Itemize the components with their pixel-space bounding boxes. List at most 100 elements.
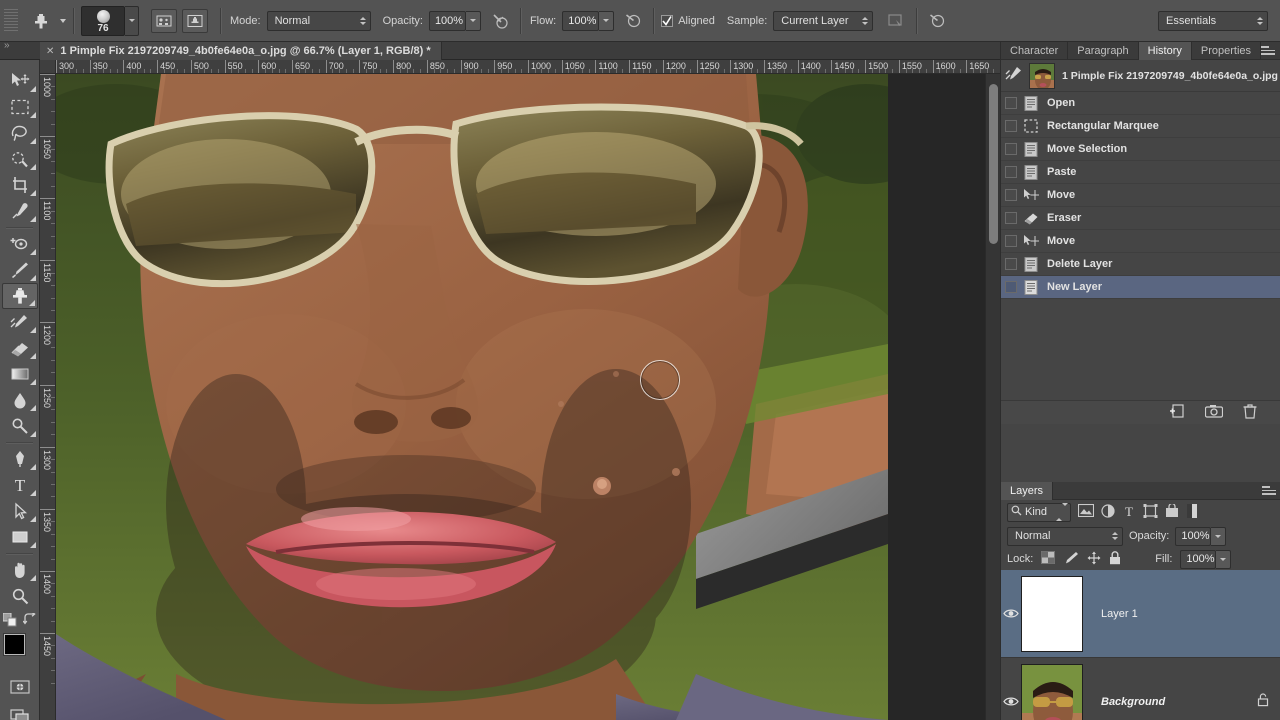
- crop-tool[interactable]: [2, 172, 38, 198]
- layer-visibility-icon[interactable]: [1001, 608, 1021, 619]
- brush-preview[interactable]: 76: [81, 6, 125, 36]
- history-state-checkbox[interactable]: [1005, 212, 1017, 224]
- tab-layers[interactable]: Layers: [1001, 482, 1053, 500]
- expand-toolbar-icon[interactable]: »: [4, 40, 10, 51]
- panel-menu-icon[interactable]: [1261, 46, 1275, 56]
- canvas-area[interactable]: [56, 74, 1000, 720]
- history-state-checkbox[interactable]: [1005, 166, 1017, 178]
- create-document-from-state-icon[interactable]: [1169, 404, 1185, 421]
- airbrush-pressure-icon[interactable]: [487, 8, 513, 34]
- sample-select[interactable]: Current Layer: [773, 11, 873, 31]
- history-row-delete-layer[interactable]: Delete Layer: [1001, 253, 1280, 276]
- type-tool[interactable]: T: [2, 472, 38, 498]
- filter-smart-object-icon[interactable]: [1165, 504, 1180, 521]
- filter-toggle-icon[interactable]: [1187, 504, 1197, 521]
- layer-name[interactable]: Background: [1101, 696, 1165, 708]
- swap-colors-icon[interactable]: [23, 613, 37, 630]
- tab-history[interactable]: History: [1139, 42, 1192, 60]
- filter-shape-icon[interactable]: [1143, 504, 1158, 521]
- brush-picker-chevron-icon[interactable]: [125, 6, 139, 36]
- hand-tool[interactable]: [2, 557, 38, 583]
- blend-mode-select[interactable]: Normal: [267, 11, 371, 31]
- delete-state-icon[interactable]: [1243, 404, 1257, 422]
- history-state-checkbox[interactable]: [1005, 143, 1017, 155]
- blur-tool[interactable]: [2, 387, 38, 413]
- eyedropper-tool[interactable]: [2, 198, 38, 224]
- fill-input[interactable]: 100%: [1180, 550, 1216, 569]
- history-row-new-layer[interactable]: New Layer: [1001, 276, 1280, 299]
- clone-source-icon[interactable]: [182, 9, 208, 33]
- clone-stamp-tool[interactable]: [2, 283, 38, 309]
- history-state-checkbox[interactable]: [1005, 281, 1017, 293]
- tab-properties[interactable]: Properties: [1192, 42, 1261, 60]
- filter-adjustment-icon[interactable]: [1101, 504, 1115, 521]
- layer-thumbnail[interactable]: [1021, 576, 1083, 652]
- aligned-checkbox[interactable]: [661, 15, 673, 27]
- history-row-eraser[interactable]: Eraser: [1001, 207, 1280, 230]
- layer-opacity-input[interactable]: 100%: [1175, 527, 1211, 546]
- layer-name[interactable]: Layer 1: [1101, 608, 1138, 620]
- history-state-checkbox[interactable]: [1005, 235, 1017, 247]
- airbrush-icon[interactable]: [620, 8, 646, 34]
- workspace-select[interactable]: Essentials: [1158, 11, 1268, 31]
- tablet-pressure-size-icon[interactable]: [924, 8, 950, 34]
- close-icon[interactable]: ✕: [46, 46, 54, 57]
- flow-chevron-icon[interactable]: [599, 11, 614, 31]
- history-state-checkbox[interactable]: [1005, 189, 1017, 201]
- canvas-vertical-scrollbar[interactable]: [985, 74, 1000, 720]
- screen-mode-icon[interactable]: [2, 704, 38, 720]
- move-tool[interactable]: [2, 68, 38, 94]
- path-selection-tool[interactable]: [2, 498, 38, 524]
- lock-image-pixels-icon[interactable]: [1063, 551, 1079, 567]
- dodge-tool[interactable]: [2, 413, 38, 439]
- eraser-tool[interactable]: [2, 335, 38, 361]
- opacity-chevron-icon[interactable]: [466, 11, 481, 31]
- tool-preset-chevron-icon[interactable]: [60, 19, 66, 23]
- filter-type-icon[interactable]: T: [1122, 504, 1136, 521]
- rectangle-tool[interactable]: [2, 524, 38, 550]
- lasso-tool[interactable]: [2, 120, 38, 146]
- brush-panel-icon[interactable]: [151, 9, 177, 33]
- layer-blend-mode-select[interactable]: Normal: [1007, 527, 1123, 546]
- history-row-open[interactable]: Open: [1001, 92, 1280, 115]
- document-tab[interactable]: ✕ 1 Pimple Fix 2197209749_4b0fe64e0a_o.j…: [40, 42, 442, 60]
- ignore-adjustment-layers-icon[interactable]: [883, 8, 909, 34]
- tab-paragraph[interactable]: Paragraph: [1068, 42, 1138, 60]
- layer-visibility-icon[interactable]: [1001, 696, 1021, 707]
- vertical-ruler[interactable]: 1000105011001150120012501300135014001450: [40, 74, 56, 720]
- history-state-checkbox[interactable]: [1005, 97, 1017, 109]
- layer-row-layer-1[interactable]: Layer 1: [1001, 570, 1280, 658]
- history-state-checkbox[interactable]: [1005, 258, 1017, 270]
- horizontal-ruler[interactable]: 3003504004505005506006507007508008509009…: [56, 60, 1000, 74]
- layer-filter-kind-select[interactable]: Kind: [1007, 503, 1071, 522]
- brush-tool[interactable]: [2, 257, 38, 283]
- clone-stamp-icon[interactable]: [28, 8, 54, 34]
- quick-mask-icon[interactable]: [2, 674, 38, 700]
- layer-row-background[interactable]: Background: [1001, 658, 1280, 720]
- layer-opacity-chevron-icon[interactable]: [1211, 527, 1226, 546]
- layer-thumbnail[interactable]: [1021, 664, 1083, 720]
- tab-character[interactable]: Character: [1001, 42, 1068, 60]
- quick-selection-tool[interactable]: [2, 146, 38, 172]
- history-state-checkbox[interactable]: [1005, 120, 1017, 132]
- create-snapshot-icon[interactable]: [1205, 404, 1223, 421]
- pen-tool[interactable]: [2, 446, 38, 472]
- lock-transparent-pixels-icon[interactable]: [1041, 551, 1055, 567]
- scrollbar-thumb[interactable]: [989, 84, 998, 244]
- flow-input[interactable]: 100%: [562, 11, 599, 31]
- document-image[interactable]: [56, 74, 888, 720]
- brush-preset-picker[interactable]: 76: [81, 6, 139, 36]
- history-row-move-selection[interactable]: Move Selection: [1001, 138, 1280, 161]
- lock-all-icon[interactable]: [1109, 551, 1121, 568]
- gradient-tool[interactable]: [2, 361, 38, 387]
- filter-pixel-icon[interactable]: [1078, 504, 1094, 520]
- history-brush-tool[interactable]: [2, 309, 38, 335]
- history-row-move-2[interactable]: Move: [1001, 230, 1280, 253]
- history-row-move-1[interactable]: Move: [1001, 184, 1280, 207]
- history-row-rectangular-marquee[interactable]: Rectangular Marquee: [1001, 115, 1280, 138]
- spot-healing-brush-tool[interactable]: [2, 231, 38, 257]
- history-row-paste[interactable]: Paste: [1001, 161, 1280, 184]
- zoom-tool[interactable]: [2, 583, 38, 609]
- default-colors-icon[interactable]: [3, 613, 17, 630]
- opacity-input[interactable]: 100%: [429, 11, 466, 31]
